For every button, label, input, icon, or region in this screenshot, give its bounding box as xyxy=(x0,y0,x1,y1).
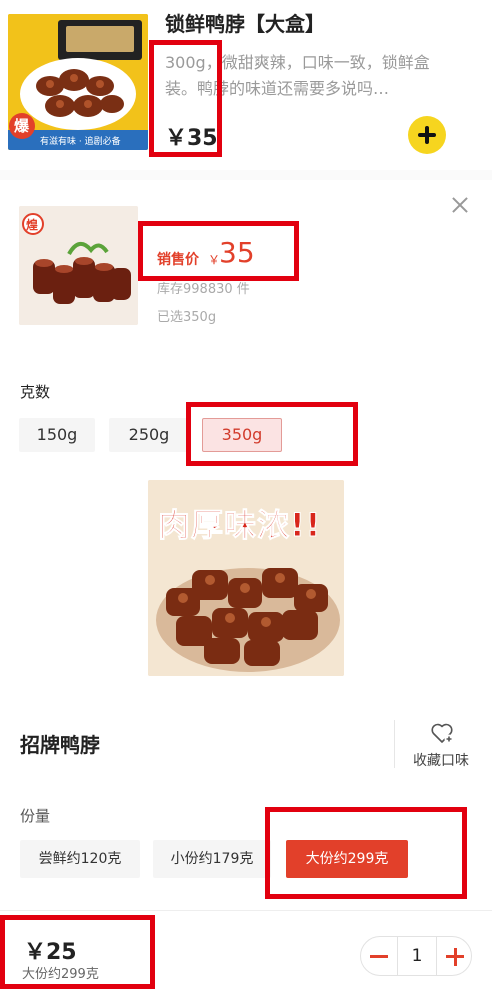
increase-quantity-button[interactable] xyxy=(437,937,473,975)
quantity-value[interactable]: 1 xyxy=(397,937,437,975)
product-image-caption: 有滋有味 · 追剧必备 xyxy=(40,137,121,147)
highlight-box-total xyxy=(0,915,155,989)
highlight-box-sale-price xyxy=(138,221,299,281)
weight-option-250g[interactable]: 250g xyxy=(109,418,189,452)
spec-thumbnail: 煌 xyxy=(19,206,138,325)
portion-option-small[interactable]: 小份约179克 xyxy=(153,840,271,878)
spec-thumb-badge: 煌 xyxy=(26,218,39,232)
stock-count: 库存998830 件 xyxy=(157,282,250,297)
heart-add-icon[interactable] xyxy=(430,721,454,745)
product-image[interactable]: 爆 有滋有味 · 追剧必备 xyxy=(8,14,148,150)
promo-text: 肉厚味浓!! xyxy=(157,506,322,545)
add-to-cart-button[interactable] xyxy=(408,116,446,154)
decrease-quantity-button[interactable] xyxy=(361,937,397,975)
promo-image: 肉厚味浓!! xyxy=(148,480,344,676)
highlight-box-portion xyxy=(265,807,467,899)
highlight-box-weight xyxy=(186,402,358,466)
product-badge-text: 爆 xyxy=(14,117,30,135)
highlight-box-product-price xyxy=(149,40,222,157)
vertical-divider xyxy=(394,720,395,768)
flavor-title: 招牌鸭脖 xyxy=(20,733,100,757)
quantity-stepper: 1 xyxy=(360,936,472,976)
weight-option-150g[interactable]: 150g xyxy=(19,418,95,452)
favorite-flavor-button[interactable]: 收藏口味 xyxy=(413,750,469,770)
portion-option-small-trial[interactable]: 尝鲜约120克 xyxy=(20,840,140,878)
close-icon[interactable] xyxy=(450,195,470,215)
portion-label: 份量 xyxy=(20,807,51,825)
section-divider xyxy=(0,170,492,180)
selected-spec: 已选350g xyxy=(157,310,217,325)
weight-label: 克数 xyxy=(20,383,51,401)
product-title: 锁鲜鸭脖【大盒】 xyxy=(165,12,325,36)
